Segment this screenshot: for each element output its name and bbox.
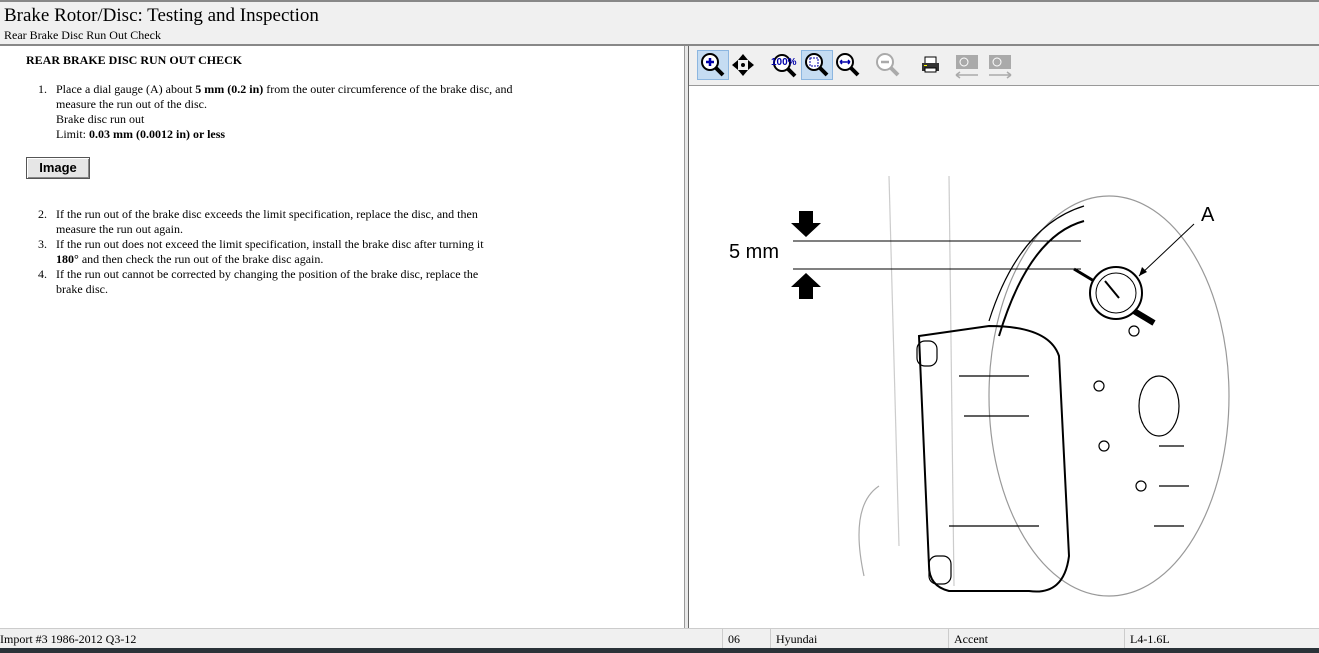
camera-forward-icon xyxy=(989,55,1012,79)
status-model: Accent xyxy=(954,632,988,646)
zoom-width-button[interactable] xyxy=(832,50,864,80)
step-number: 2. xyxy=(38,207,47,221)
zoom-pct-label: 100% xyxy=(771,57,797,68)
zoom-fit-button[interactable] xyxy=(801,50,833,80)
zoom-in-button[interactable] xyxy=(697,50,729,80)
step-text: Place a dial gauge (A) about xyxy=(56,82,196,96)
status-bar: Import #3 1986-2012 Q3-12 06 Hyundai Acc… xyxy=(0,628,1319,649)
print-button[interactable] xyxy=(914,50,946,80)
zoom-in-icon xyxy=(701,53,725,77)
step-3: 3. If the run out does not exceed the li… xyxy=(38,237,508,267)
zoom-100-button[interactable]: 100% xyxy=(769,50,801,80)
step-1: 1. Place a dial gauge (A) about 5 mm (0.… xyxy=(38,82,518,142)
step-bold: 180° xyxy=(56,252,79,266)
procedure-pane: REAR BRAKE DISC RUN OUT CHECK 1. Place a… xyxy=(0,46,684,628)
dimension-label: 5 mm xyxy=(729,241,779,263)
step-bold: 5 mm (0.2 in) xyxy=(195,82,264,96)
camera-back-icon xyxy=(955,55,978,79)
step-4: 4. If the run out cannot be corrected by… xyxy=(38,267,488,297)
limit-label: Limit: xyxy=(56,127,89,141)
brake-disc-diagram: 5 mm A xyxy=(729,175,1230,597)
callout-label: A xyxy=(1201,204,1215,226)
printer-icon xyxy=(922,56,939,73)
status-make: Hyundai xyxy=(776,632,818,646)
page-subtitle: Rear Brake Disc Run Out Check xyxy=(4,28,161,42)
taskbar-strip xyxy=(0,648,1319,653)
title-bar: Brake Rotor/Disc: Testing and Inspection… xyxy=(0,0,1319,46)
image-pane: 100% 5 mm A xyxy=(689,46,1319,628)
image-button[interactable]: Image xyxy=(26,157,90,179)
zoom-fit-icon xyxy=(805,53,829,77)
step-number: 4. xyxy=(38,267,47,281)
next-image-button[interactable] xyxy=(984,50,1016,80)
step-text: If the run out of the brake disc exceeds… xyxy=(56,207,478,236)
step-text: and then check the run out of the brake … xyxy=(78,252,324,266)
zoom-actual-size-icon: 100% xyxy=(771,54,797,78)
status-engine: L4-1.6L xyxy=(1130,632,1170,646)
procedure-heading: REAR BRAKE DISC RUN OUT CHECK xyxy=(26,53,243,67)
limit-value: 0.03 mm (0.0012 in) or less xyxy=(89,127,226,141)
image-toolbar: 100% xyxy=(689,46,1319,86)
arrow-down-icon xyxy=(791,211,821,237)
step-text: If the run out cannot be corrected by ch… xyxy=(56,267,479,296)
status-year: 06 xyxy=(728,632,740,646)
step-text: If the run out does not exceed the limit… xyxy=(56,237,484,251)
zoom-width-icon xyxy=(836,53,860,77)
status-database: Import #3 1986-2012 Q3-12 xyxy=(0,632,137,646)
pan-icon xyxy=(732,54,754,76)
step-number: 3. xyxy=(38,237,47,251)
page-title: Brake Rotor/Disc: Testing and Inspection xyxy=(4,5,319,26)
zoom-out-button[interactable] xyxy=(872,50,904,80)
step-number: 1. xyxy=(38,82,47,96)
step-2: 2. If the run out of the brake disc exce… xyxy=(38,207,508,237)
arrow-up-icon xyxy=(791,273,821,299)
zoom-out-icon xyxy=(876,53,900,77)
spec-label: Brake disc run out xyxy=(56,112,145,126)
previous-image-button[interactable] xyxy=(951,50,983,80)
pan-button[interactable] xyxy=(727,50,759,80)
